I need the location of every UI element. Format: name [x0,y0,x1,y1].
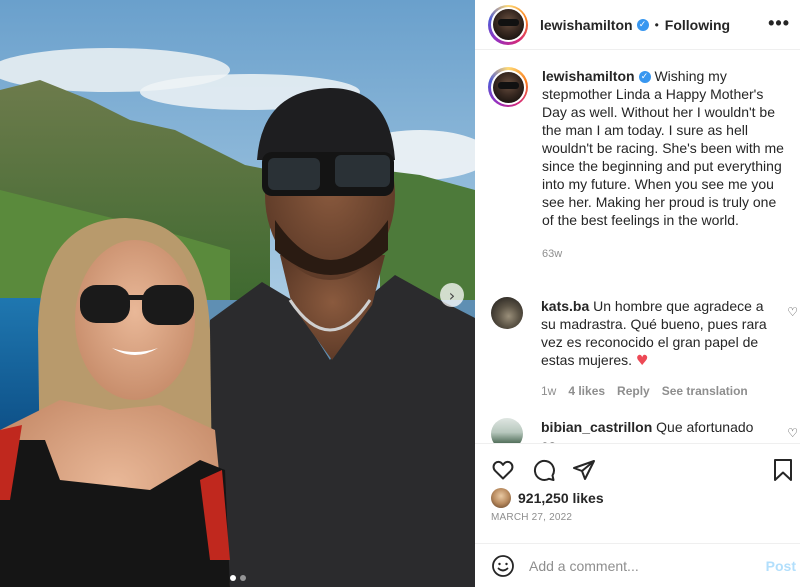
caption-timestamp[interactable]: 63w [542,245,787,263]
commenter-username[interactable]: kats.ba [541,298,589,314]
post-caption: lewishamilton ✓ Wishing my stepmother Lin… [488,67,798,263]
comments-list[interactable]: lewishamilton ✓ Wishing my stepmother Lin… [475,55,800,443]
liker-avatar[interactable] [491,488,511,508]
comment-icon[interactable] [532,458,556,482]
post-photo-image [0,0,475,587]
commenter-avatar[interactable] [491,418,523,443]
carousel-next-button[interactable]: › [440,283,464,307]
follow-separator: • [654,17,659,32]
post-header: lewishamilton ✓ • Following ••• [475,0,800,50]
action-bar [475,443,800,487]
author-avatar[interactable] [488,4,528,45]
emoji-icon[interactable] [491,554,515,578]
commenter-username[interactable]: bibian_castrillon [541,419,652,435]
comment-timestamp[interactable]: 1w [541,382,556,400]
carousel-indicator [0,575,475,581]
verified-icon: ✓ [636,18,649,31]
avatar-image [492,71,524,103]
reply-button[interactable]: Reply [617,382,650,400]
see-translation-button[interactable]: See translation [662,382,748,400]
comment-composer: Post [475,543,800,587]
comment-input[interactable] [529,557,754,574]
comment-likes[interactable]: 4 likes [568,382,605,400]
like-comment-icon[interactable]: ♡ [787,426,798,440]
carousel-dot [239,575,246,581]
post-side-panel: lewishamilton ✓ • Following ••• lewisham… [475,0,800,587]
caption-username[interactable]: lewishamilton [542,68,635,84]
caption-text: Wishing my stepmother Linda a Happy Moth… [542,68,784,228]
heart-icon[interactable] [491,458,515,482]
comment-item: bibian_castrillon Que afortunado es ♡ [491,418,798,443]
commenter-avatar[interactable] [491,297,523,329]
post-date[interactable]: MARCH 27, 2022 [491,512,572,523]
caption-author-avatar[interactable] [488,67,528,107]
post-photo[interactable]: › [0,0,475,587]
verified-icon: ✓ [638,71,651,84]
avatar-image [492,9,524,40]
likes-count[interactable]: 921,250 likes [518,490,604,506]
comment-meta: 1w 4 likes Reply See translation [541,382,771,400]
share-icon[interactable] [572,458,596,482]
like-comment-icon[interactable]: ♡ [787,305,798,319]
author-info: lewishamilton ✓ • Following [540,17,730,33]
chevron-right-icon: › [448,285,456,305]
comment-item: kats.ba Un hombre que agradece a su madr… [491,297,798,400]
carousel-dot-active [229,575,236,581]
post-comment-button[interactable]: Post [766,558,796,574]
author-username[interactable]: lewishamilton [540,17,633,33]
red-heart-emoji: ♥ [635,353,649,369]
bookmark-icon[interactable] [772,458,794,482]
following-button[interactable]: Following [665,17,730,33]
likes-row: 921,250 likes [491,488,604,508]
more-icon[interactable]: ••• [768,13,790,34]
